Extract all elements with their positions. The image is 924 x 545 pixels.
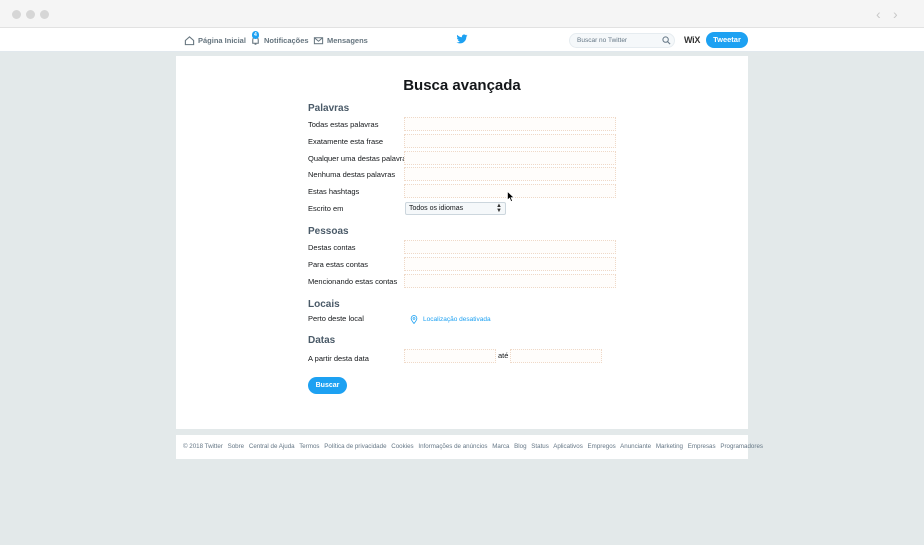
footer-copyright: © 2018 Twitter — [183, 443, 223, 450]
mentioning-label: Mencionando estas contas — [308, 277, 398, 286]
nav-notifications[interactable]: 4 Notificações — [250, 30, 309, 47]
from-accounts-label: Destas contas — [308, 243, 356, 252]
nav-notifications-label: Notificações — [264, 35, 309, 45]
from-date-label: A partir desta data — [308, 354, 369, 363]
footer-link-marketing[interactable]: Marketing — [656, 443, 683, 450]
to-accounts-input[interactable] — [404, 257, 616, 271]
twitter-search-input[interactable]: Buscar no Twitter — [569, 33, 675, 48]
language-select[interactable]: Todos os idiomas ▲ ▼ — [405, 202, 506, 215]
footer-link-jobs[interactable]: Empregos — [588, 443, 616, 450]
location-link[interactable]: Localização desativada — [410, 315, 491, 324]
nav-messages-label: Mensagens — [327, 35, 368, 45]
tweet-button[interactable]: Tweetar — [706, 32, 748, 48]
nav-home[interactable]: Página Inicial — [184, 33, 246, 47]
footer-link-cookies[interactable]: Cookies — [391, 443, 413, 450]
written-in-label: Escrito em — [308, 204, 344, 213]
footer-link-about[interactable]: Sobre — [228, 443, 245, 450]
footer-link-status[interactable]: Status — [531, 443, 549, 450]
section-places-heading: Locais — [308, 299, 340, 310]
from-date-input[interactable] — [404, 349, 496, 363]
section-words-heading: Palavras — [308, 103, 350, 114]
forward-arrow-icon[interactable]: › — [893, 6, 898, 22]
home-icon — [184, 35, 195, 45]
hashtags-label: Estas hashtags — [308, 187, 360, 196]
footer-link-brand[interactable]: Marca — [492, 443, 509, 450]
section-dates-heading: Datas — [308, 335, 336, 346]
to-accounts-label: Para estas contas — [308, 260, 369, 269]
nav-home-label: Página Inicial — [198, 35, 246, 45]
near-place-label: Perto deste local — [308, 314, 364, 323]
from-accounts-input[interactable] — [404, 240, 616, 254]
window-close-dot[interactable] — [12, 10, 21, 19]
envelope-icon — [313, 36, 324, 44]
exact-phrase-input[interactable] — [404, 134, 616, 148]
browser-chrome: ‹ › — [0, 0, 924, 28]
all-words-label: Todas estas palavras — [308, 120, 379, 129]
any-words-label: Qualquer uma destas palavras — [308, 154, 411, 163]
notifications-badge: 4 — [252, 30, 259, 39]
section-people-heading: Pessoas — [308, 226, 349, 237]
location-pin-icon — [410, 315, 418, 324]
footer: © 2018 Twitter Sobre Central de Ajuda Te… — [176, 435, 763, 459]
language-select-value: Todos os idiomas — [409, 205, 464, 212]
wix-logo[interactable]: WiX — [684, 35, 700, 45]
until-date-input[interactable] — [510, 349, 602, 363]
footer-link-blog[interactable]: Blog — [514, 443, 526, 450]
select-arrows-icon: ▲ ▼ — [496, 203, 502, 214]
mouse-cursor-icon — [507, 191, 515, 202]
exact-phrase-label: Exatamente esta frase — [308, 137, 384, 146]
search-icon[interactable] — [662, 36, 671, 45]
none-words-label: Nenhuma destas palavras — [308, 170, 396, 179]
footer-link-advertise[interactable]: Anunciante — [620, 443, 651, 450]
location-link-label: Localização desativada — [423, 316, 491, 323]
back-arrow-icon[interactable]: ‹ — [876, 6, 881, 22]
footer-link-business[interactable]: Empresas — [688, 443, 716, 450]
nav-messages[interactable]: Mensagens — [313, 33, 368, 47]
window-minimize-dot[interactable] — [26, 10, 35, 19]
mentioning-input[interactable] — [404, 274, 616, 288]
footer-link-terms[interactable]: Termos — [299, 443, 319, 450]
window-maximize-dot[interactable] — [40, 10, 49, 19]
footer-link-developers[interactable]: Programadores — [720, 443, 763, 450]
until-label: até — [498, 351, 509, 360]
footer-link-privacy[interactable]: Política de privacidade — [324, 443, 386, 450]
none-words-input[interactable] — [404, 167, 616, 181]
footer-link-help[interactable]: Central de Ajuda — [249, 443, 295, 450]
footer-link-apps[interactable]: Aplicativos — [553, 443, 583, 450]
advanced-search-card: Busca avançada Palavras Todas estas pala… — [176, 56, 748, 429]
twitter-bird-icon[interactable] — [456, 33, 468, 45]
page-title: Busca avançada — [403, 77, 521, 94]
all-words-input[interactable] — [404, 117, 616, 131]
search-button[interactable]: Buscar — [308, 377, 347, 394]
footer-link-ads-info[interactable]: Informações de anúncios — [418, 443, 487, 450]
any-words-input[interactable] — [404, 151, 616, 165]
